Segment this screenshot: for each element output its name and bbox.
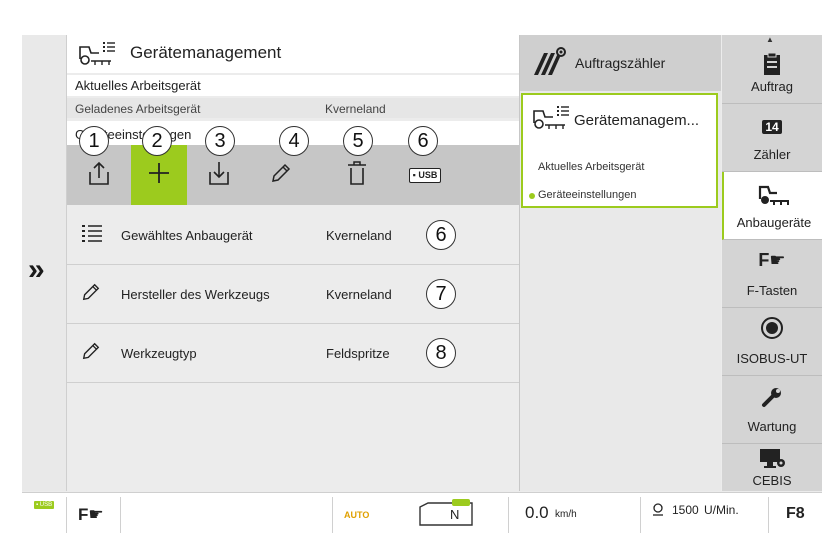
callout-2: 2 (142, 126, 172, 156)
selected-implement-label: Gewähltes Anbaugerät (121, 228, 253, 243)
card-device-settings[interactable]: Geräteeinstellungen (538, 189, 636, 201)
f-key-status-text: F (78, 505, 89, 524)
gear-indicator (416, 499, 476, 532)
callout-7: 7 (426, 279, 456, 309)
tool-manufacturer-label: Hersteller des Werkzeugs (121, 287, 270, 302)
callout-8: 8 (426, 338, 456, 368)
selected-implement-row[interactable]: Gewähltes Anbaugerät Kverneland 6 (67, 206, 519, 265)
add-icon (147, 161, 171, 190)
device-management-panel: Gerätemanagement Aktuelles Arbeitsgerät … (67, 35, 520, 491)
usb-icon: ▪ USB (408, 167, 442, 183)
usb-indicator: ▪ USB (34, 501, 55, 509)
callout-1: 1 (79, 126, 109, 156)
current-device-label: Aktuelles Arbeitsgerät (75, 78, 201, 93)
nav-item-anbaugeraete[interactable]: Anbaugeräte (722, 172, 822, 240)
quick-access-panel: Auftragszähler Gerätemanagem... Aktuelle… (520, 35, 721, 491)
clipboard-icon (722, 52, 822, 79)
nav-item-auftrag[interactable]: Auftrag (722, 42, 822, 104)
export-icon (87, 160, 111, 191)
terminal-screen: » Gerätemanagement Aktuelles Arbeitsgerä… (22, 35, 822, 537)
rpm-unit: U/Min. (704, 503, 739, 517)
callout-4: 4 (279, 126, 309, 156)
callout-3: 3 (205, 126, 235, 156)
current-device-heading: Aktuelles Arbeitsgerät (67, 75, 519, 96)
counter-icon: 14 (722, 120, 822, 134)
usb-indicator-text: USB (39, 502, 53, 508)
trash-icon (346, 160, 368, 191)
pencil-icon (81, 282, 101, 305)
pencil-icon (81, 341, 101, 364)
device-management-card-title: Gerätemanagem... (574, 112, 700, 129)
callout-6: 6 (408, 126, 438, 156)
isobus-icon (722, 316, 822, 343)
list-icon (81, 223, 103, 246)
counter-icon-text: 14 (762, 120, 782, 134)
expand-panel-button[interactable]: » (28, 253, 45, 287)
loaded-device-label: Geladenes Arbeitsgerät (75, 102, 201, 116)
nav-item-wartung[interactable]: Wartung (722, 376, 822, 444)
usb-icon-text: USB (418, 169, 438, 180)
card-current-device[interactable]: Aktuelles Arbeitsgerät (538, 161, 644, 173)
monitor-icon (722, 448, 822, 473)
status-bar: ▪ USB F☛ AUTO N 0.0 km/h 1500 U/Min. F8 (22, 492, 822, 537)
f-key-icon: F☛ (722, 250, 822, 271)
speed-value: 0.0 (525, 503, 549, 522)
nav-item-zaehler[interactable]: 14 Zähler (722, 104, 822, 172)
f8-key[interactable]: F8 (786, 505, 805, 523)
rpm-value: 1500 (672, 503, 699, 517)
f-key-status[interactable]: F☛ (78, 505, 104, 525)
active-dot (529, 193, 535, 199)
implement-list-icon (531, 105, 571, 136)
job-counter-tile[interactable]: Auftragszähler (520, 35, 721, 91)
panel-header: Gerätemanagement (67, 35, 519, 73)
nav-label-anbaugeraete: Anbaugeräte (736, 215, 812, 230)
nav-item-f-tasten[interactable]: F☛ F-Tasten (722, 240, 822, 308)
page-title: Gerätemanagement (130, 43, 282, 62)
tool-manufacturer-row[interactable]: Hersteller des Werkzeugs Kverneland 7 (67, 265, 519, 324)
loaded-device-row: Geladenes Arbeitsgerät Kverneland (67, 98, 519, 118)
pencil-icon (270, 162, 292, 189)
nav-label-zaehler: Zähler (753, 147, 791, 162)
engine-rpm-icon (652, 503, 666, 520)
nav-label-wartung: Wartung (747, 419, 797, 434)
tool-type-row[interactable]: Werkzeugtyp Feldspritze 8 (67, 324, 519, 383)
gear-value: N (450, 507, 460, 522)
callout-5: 5 (343, 126, 373, 156)
right-navigation: ▲ Auftrag 14 Zähler Anbaugeräte F☛ F-Tas… (722, 35, 822, 491)
hand-icon: ☛ (88, 505, 104, 524)
implement-list-icon (77, 41, 117, 72)
loaded-device-value: Kverneland (325, 102, 386, 116)
job-counter-icon (532, 45, 568, 84)
import-icon (207, 160, 231, 191)
device-management-card[interactable]: Gerätemanagem... Aktuelles Arbeitsgerät … (521, 93, 718, 208)
selected-implement-value: Kverneland (326, 228, 392, 243)
nav-item-cebis[interactable]: CEBIS (722, 444, 822, 491)
nav-label-cebis: CEBIS (752, 473, 792, 488)
nav-label-f-tasten: F-Tasten (746, 283, 798, 298)
nav-label-isobus: ISOBUS-UT (736, 351, 808, 366)
job-counter-title: Auftragszähler (575, 55, 666, 71)
auto-indicator: AUTO (344, 510, 370, 520)
nav-item-isobus[interactable]: ISOBUS-UT (722, 308, 822, 376)
nav-label-auftrag: Auftrag (751, 79, 793, 94)
left-strip: » (22, 35, 67, 491)
speed-unit: km/h (555, 509, 577, 520)
tool-type-label: Werkzeugtyp (121, 346, 197, 361)
callout-6-row: 6 (426, 220, 456, 250)
tool-type-value: Feldspritze (326, 346, 390, 361)
tool-manufacturer-value: Kverneland (326, 287, 392, 302)
hand-icon: ☛ (769, 250, 786, 270)
f-key-icon-text: F (758, 250, 770, 270)
implement-icon (724, 184, 822, 209)
wrench-icon (722, 386, 822, 411)
